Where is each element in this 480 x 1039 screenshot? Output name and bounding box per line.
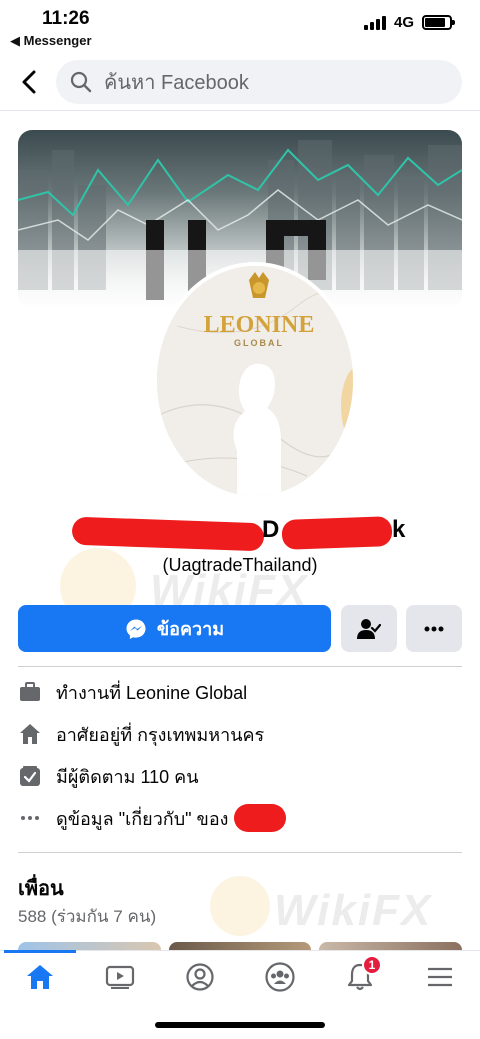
logo-text: LEONINE (204, 312, 315, 338)
logo-subtext: GLOBAL (234, 338, 284, 348)
bottom-navigation: 1 (0, 950, 480, 1002)
message-button[interactable]: ข้อความ (18, 605, 331, 652)
message-button-label: ข้อความ (156, 619, 225, 639)
about-redaction (234, 804, 287, 832)
search-header: ค้นหา Facebook (0, 58, 480, 108)
info-work: ทำงานที่ Leonine Global (18, 677, 462, 707)
friends-button[interactable] (341, 605, 397, 652)
info-about-link[interactable]: ดูข้อมูล "เกี่ยวกับ" ของ (18, 803, 462, 833)
tab-notifications[interactable]: 1 (340, 955, 382, 997)
tab-groups[interactable] (260, 957, 300, 997)
briefcase-icon (18, 680, 42, 704)
name-end: k (392, 516, 407, 543)
status-bar: 11:26 ◀ Messenger 4G (0, 0, 480, 52)
profile-picture[interactable]: LEONINE GLOBAL (153, 262, 357, 500)
name-redaction (281, 516, 393, 550)
name-mid: D (262, 516, 281, 543)
messenger-icon (126, 619, 146, 639)
chevron-left-icon (22, 70, 36, 94)
info-lives: อาศัยอยู่ที่ กรุงเทพมหานคร (18, 719, 462, 749)
home-icon (27, 965, 53, 989)
work-text: ทำงานที่ Leonine Global (56, 682, 248, 703)
profile-icon (186, 963, 214, 991)
followers-text: มีผู้ติดตาม 110 คน (56, 766, 199, 787)
section-divider (18, 852, 462, 853)
profile-name: A D k (0, 516, 480, 552)
status-indicators: 4G (363, 14, 455, 31)
video-icon (105, 965, 135, 989)
username: (UagtradeThailand) (162, 555, 318, 575)
more-dots-icon (424, 626, 444, 631)
notifications-badge: 1 (362, 955, 382, 975)
back-button[interactable] (18, 68, 42, 96)
status-time: 11:26 (42, 8, 90, 29)
more-options-button[interactable] (406, 605, 462, 652)
tab-menu[interactable] (420, 957, 460, 997)
profile-image: LEONINE GLOBAL (157, 266, 353, 496)
search-placeholder: ค้นหา Facebook (104, 72, 249, 94)
home-icon (18, 722, 42, 746)
network-type: 4G (393, 14, 414, 31)
friends-title: เพื่อน (18, 878, 64, 900)
menu-icon (428, 967, 452, 987)
home-indicator (155, 1022, 325, 1028)
tab-watch[interactable] (100, 957, 140, 997)
lives-text: อาศัยอยู่ที่ กรุงเทพมหานคร (56, 724, 265, 745)
search-icon (70, 71, 92, 93)
watermark-text: WikiFX (274, 886, 433, 935)
watermark-logo (210, 876, 270, 936)
header-divider (0, 110, 480, 111)
groups-icon (265, 962, 295, 992)
tab-profile[interactable] (180, 957, 220, 997)
search-input[interactable]: ค้นหา Facebook (56, 60, 462, 104)
battery-level (425, 18, 446, 27)
tab-home[interactable] (20, 957, 60, 997)
friend-check-icon (357, 618, 381, 639)
friends-count[interactable]: 588 (ร่วมกัน 7 คน) (18, 903, 156, 930)
section-divider (18, 666, 462, 667)
signal-icon (363, 15, 386, 30)
followers-icon (18, 764, 42, 788)
battery-icon (422, 15, 455, 30)
name-redaction (71, 516, 265, 552)
info-followers: มีผู้ติดตาม 110 คน (18, 761, 462, 791)
back-to-messenger-link[interactable]: ◀ Messenger (10, 33, 92, 49)
active-tab-indicator (4, 950, 76, 953)
about-text: ดูข้อมูล "เกี่ยวกับ" ของ (56, 808, 229, 829)
more-dots-icon (18, 806, 42, 830)
